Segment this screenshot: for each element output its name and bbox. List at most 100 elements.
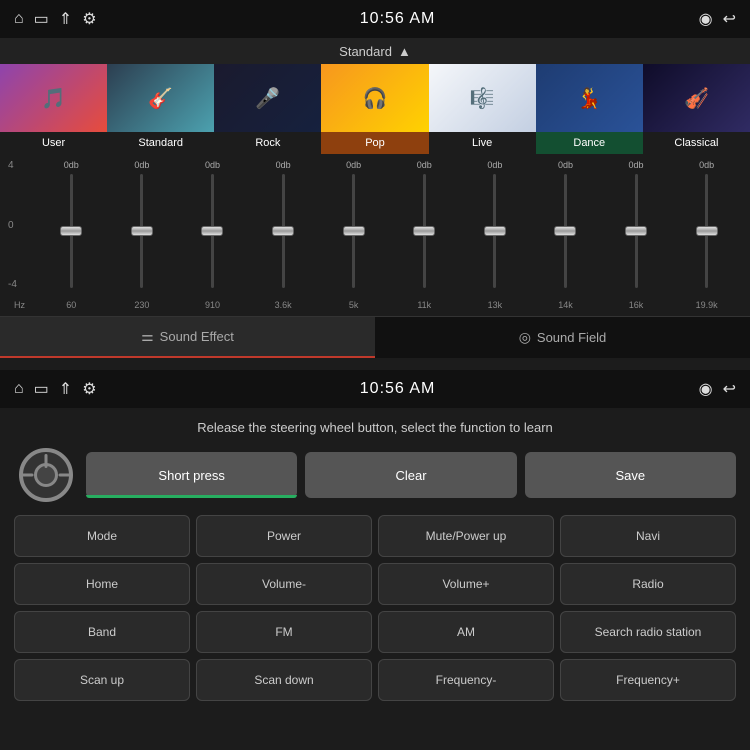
function-grid: Mode Power Mute/Power up Navi Home Volum… — [0, 515, 750, 701]
genre-pop[interactable]: 🎧 Pop — [321, 64, 428, 154]
eq-thumb-60[interactable] — [60, 226, 82, 236]
eq-slider-3k6[interactable]: 0db — [248, 160, 319, 290]
home-icon[interactable]: ⌂ — [14, 10, 24, 28]
top-status-icons-right: ◉ ↩ — [699, 9, 736, 29]
func-am[interactable]: AM — [378, 611, 554, 653]
eq-db-14k: 0db — [558, 160, 573, 170]
eq-thumb-5k[interactable] — [343, 226, 365, 236]
eq-db-60: 0db — [64, 160, 79, 170]
genre-arrow-icon[interactable]: ▲ — [398, 44, 411, 59]
eq-db-3k6: 0db — [276, 160, 291, 170]
bottom-usb-icon[interactable]: ⚙ — [82, 379, 96, 399]
clear-button[interactable]: Clear — [305, 452, 516, 498]
eq-slider-910hz[interactable]: 0db — [177, 160, 248, 290]
steering-wheel-icon — [19, 448, 73, 502]
bottom-up-arrow-icon[interactable]: ⇑ — [59, 379, 72, 399]
genre-user-label: User — [0, 132, 107, 154]
freq-13k: 13k — [460, 300, 531, 310]
eq-track-19k9[interactable] — [705, 174, 708, 288]
tab-sound-field[interactable]: ◎ Sound Field — [375, 317, 750, 358]
genre-bar[interactable]: Standard ▲ — [0, 38, 750, 64]
func-band[interactable]: Band — [14, 611, 190, 653]
freq-230: 230 — [107, 300, 178, 310]
eq-track-230[interactable] — [140, 174, 143, 288]
usb-icon[interactable]: ⚙ — [82, 9, 96, 29]
genre-live[interactable]: 🎼 Live — [429, 64, 536, 154]
location-icon[interactable]: ◉ — [699, 9, 713, 29]
eq-track-5k[interactable] — [352, 174, 355, 288]
eq-db-230: 0db — [134, 160, 149, 170]
genre-user[interactable]: 🎵 User — [0, 64, 107, 154]
short-press-button[interactable]: Short press — [86, 452, 297, 498]
eq-db-13k: 0db — [487, 160, 502, 170]
eq-slider-5k[interactable]: 0db — [318, 160, 389, 290]
eq-track-11k[interactable] — [423, 174, 426, 288]
func-home[interactable]: Home — [14, 563, 190, 605]
eq-tab-bar: ⚌ Sound Effect ◎ Sound Field — [0, 316, 750, 358]
genre-rock[interactable]: 🎤 Rock — [214, 64, 321, 154]
freq-19k9: 19.9k — [671, 300, 742, 310]
screen-icon[interactable]: ▭ — [34, 9, 49, 29]
eq-thumb-14k[interactable] — [554, 226, 576, 236]
genre-dance-label: Dance — [536, 132, 643, 154]
eq-slider-60hz[interactable]: 0db — [36, 160, 107, 290]
eq-thumb-230[interactable] — [131, 226, 153, 236]
eq-thumb-3k6[interactable] — [272, 226, 294, 236]
func-radio[interactable]: Radio — [560, 563, 736, 605]
freq-3k6: 3.6k — [248, 300, 319, 310]
eq-hz-label: Hz — [14, 300, 25, 310]
bottom-status-bar: ⌂ ▭ ⇑ ⚙ 10:56 AM ◉ ↩ — [0, 370, 750, 408]
func-frequency-minus[interactable]: Frequency- — [378, 659, 554, 701]
eq-db-11k: 0db — [417, 160, 432, 170]
equalizer-panel: ⌂ ▭ ⇑ ⚙ 10:56 AM ◉ ↩ Standard ▲ 🎵 User 🎸… — [0, 0, 750, 370]
genre-standard-label: Standard — [107, 132, 214, 154]
bottom-back-icon[interactable]: ↩ — [723, 379, 736, 399]
func-scan-down[interactable]: Scan down — [196, 659, 372, 701]
eq-track-60[interactable] — [70, 174, 73, 288]
eq-thumb-16k[interactable] — [625, 226, 647, 236]
bottom-screen-icon[interactable]: ▭ — [34, 379, 49, 399]
eq-thumb-910[interactable] — [201, 226, 223, 236]
func-power[interactable]: Power — [196, 515, 372, 557]
func-search-radio[interactable]: Search radio station — [560, 611, 736, 653]
eq-slider-19k9[interactable]: 0db — [671, 160, 742, 290]
bottom-status-icons-right: ◉ ↩ — [699, 379, 736, 399]
eq-slider-14k[interactable]: 0db — [530, 160, 601, 290]
func-mode[interactable]: Mode — [14, 515, 190, 557]
eq-track-910[interactable] — [211, 174, 214, 288]
eq-track-3k6[interactable] — [282, 174, 285, 288]
func-navi[interactable]: Navi — [560, 515, 736, 557]
sw-controls-row: Short press Clear Save — [0, 443, 750, 507]
eq-thumb-13k[interactable] — [484, 226, 506, 236]
eq-slider-11k[interactable]: 0db — [389, 160, 460, 290]
tab-sound-effect[interactable]: ⚌ Sound Effect — [0, 317, 375, 358]
eq-freq-labels: 60 230 910 3.6k 5k 11k 13k 14k 16k 19.9k — [36, 300, 742, 310]
eq-thumb-19k9[interactable] — [696, 226, 718, 236]
freq-16k: 16k — [601, 300, 672, 310]
tab-sound-effect-label: Sound Effect — [160, 329, 234, 344]
func-volume-plus[interactable]: Volume+ — [378, 563, 554, 605]
bottom-home-icon[interactable]: ⌂ — [14, 380, 24, 398]
up-arrow-icon[interactable]: ⇑ — [59, 9, 72, 29]
freq-11k: 11k — [389, 300, 460, 310]
eq-slider-13k[interactable]: 0db — [460, 160, 531, 290]
sw-spoke-right — [59, 474, 73, 477]
eq-thumb-11k[interactable] — [413, 226, 435, 236]
bottom-location-icon[interactable]: ◉ — [699, 379, 713, 399]
func-mute-power-up[interactable]: Mute/Power up — [378, 515, 554, 557]
func-scan-up[interactable]: Scan up — [14, 659, 190, 701]
eq-track-14k[interactable] — [564, 174, 567, 288]
genre-dance[interactable]: 💃 Dance — [536, 64, 643, 154]
func-volume-minus[interactable]: Volume- — [196, 563, 372, 605]
back-icon[interactable]: ↩ — [723, 9, 736, 29]
genre-standard[interactable]: 🎸 Standard — [107, 64, 214, 154]
genre-thumbnail-row: 🎵 User 🎸 Standard 🎤 Rock 🎧 Pop 🎼 Live 💃 … — [0, 64, 750, 154]
eq-track-13k[interactable] — [493, 174, 496, 288]
func-frequency-plus[interactable]: Frequency+ — [560, 659, 736, 701]
eq-track-16k[interactable] — [635, 174, 638, 288]
eq-slider-16k[interactable]: 0db — [601, 160, 672, 290]
eq-slider-230hz[interactable]: 0db — [107, 160, 178, 290]
func-fm[interactable]: FM — [196, 611, 372, 653]
save-button[interactable]: Save — [525, 452, 736, 498]
genre-classical[interactable]: 🎻 Classical — [643, 64, 750, 154]
